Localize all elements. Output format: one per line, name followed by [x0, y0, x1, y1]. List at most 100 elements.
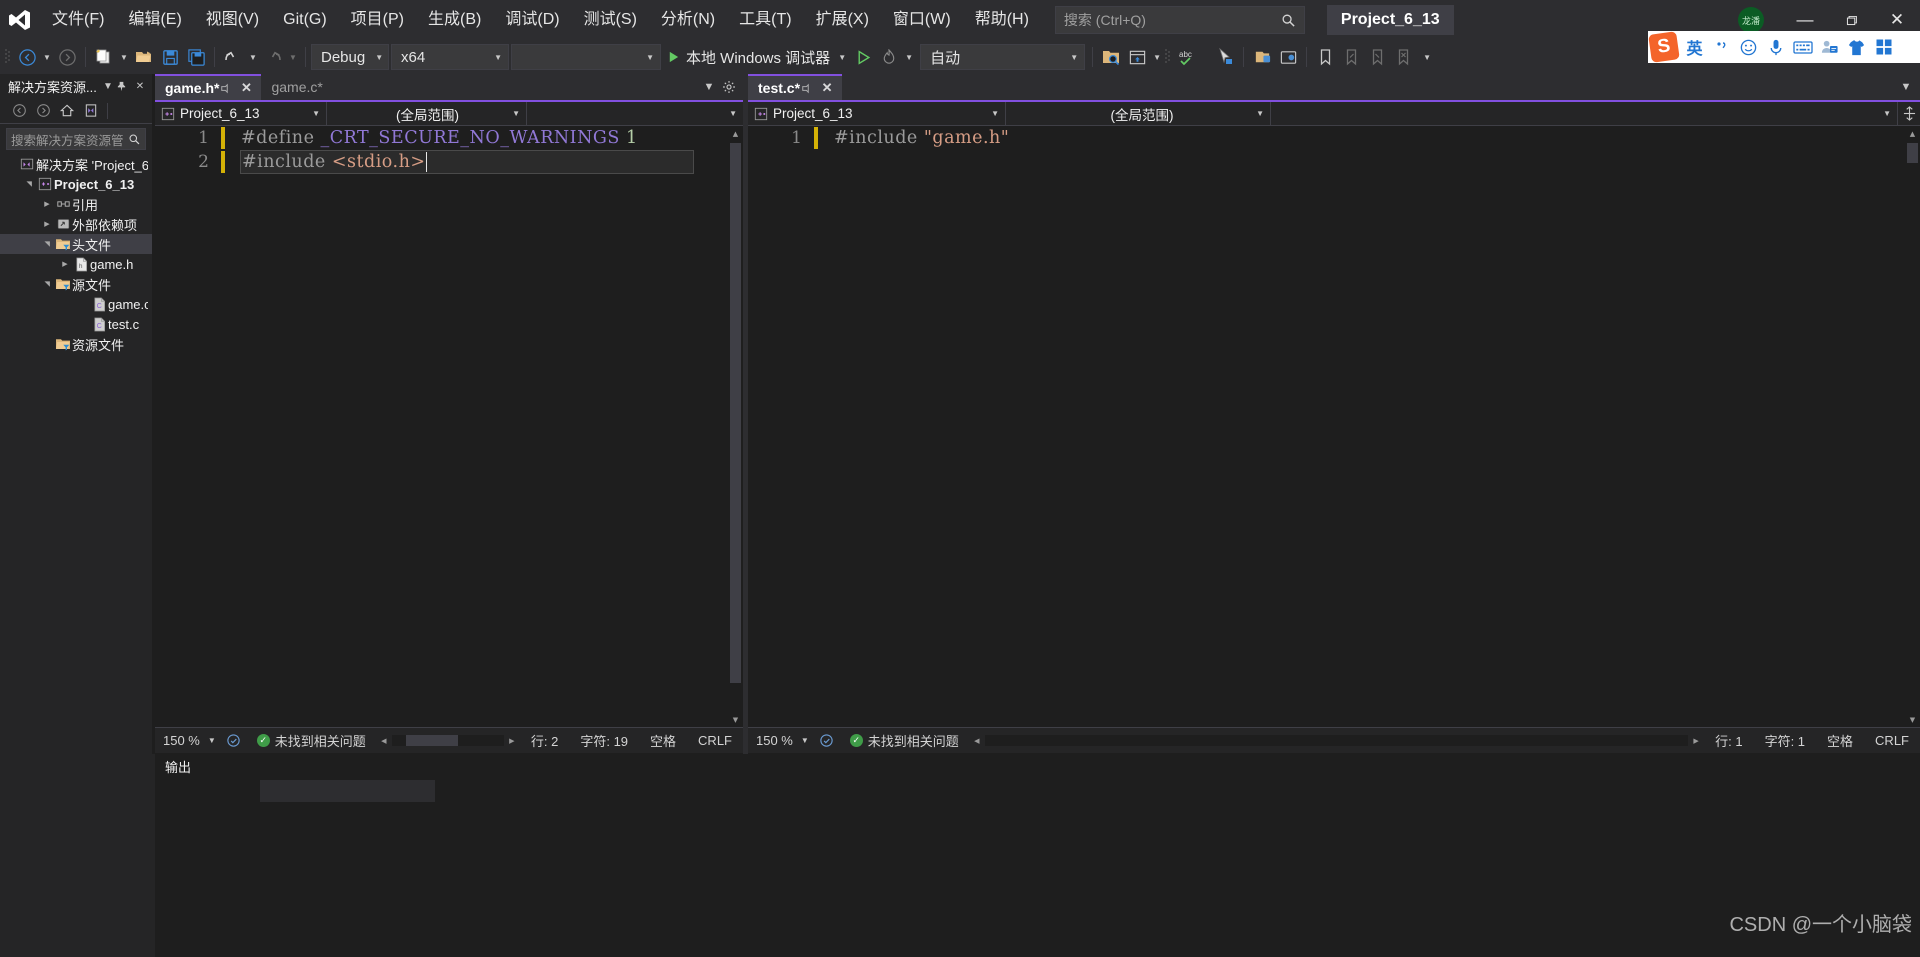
forward-arrow-icon[interactable] [32, 100, 54, 122]
left-indentation-indicator[interactable]: 空格 [639, 731, 687, 750]
team-explorer-icon[interactable] [1275, 44, 1301, 70]
right-nav-member-dropdown[interactable]: ▼ [1271, 101, 1898, 126]
close-icon[interactable]: ✕ [132, 81, 148, 92]
code-line[interactable]: 1 #include "game.h" [748, 126, 1920, 150]
start-debugging-button[interactable]: 本地 Windows 调试器 ▼ [663, 44, 850, 70]
tree-item[interactable]: ◢ Project_6_13 [0, 174, 152, 194]
left-eol-indicator[interactable]: CRLF [687, 733, 743, 748]
chevron-down-icon[interactable]: ▼ [699, 75, 719, 99]
toolbox-icon[interactable] [1870, 32, 1897, 62]
menu-help[interactable]: 帮助(H) [963, 0, 1041, 40]
menu-tools[interactable]: 工具(T) [727, 0, 803, 40]
left-nav-member-dropdown[interactable]: ▼ [527, 102, 743, 126]
new-project-dropdown-icon[interactable]: ▼ [117, 44, 131, 70]
scroll-left-icon[interactable]: ◀ [969, 737, 985, 745]
home-icon[interactable] [56, 100, 78, 122]
menu-git[interactable]: Git(G) [271, 0, 339, 40]
left-error-status[interactable]: ✓ 未找到相关问题 [247, 731, 376, 750]
menu-extensions[interactable]: 扩展(X) [804, 0, 881, 40]
left-horizontal-scrollbar[interactable]: ◀ ▶ [376, 728, 520, 754]
tab-game-c[interactable]: game.c* [261, 74, 329, 100]
scroll-down-icon[interactable]: ▼ [1905, 712, 1920, 727]
chevron-right-icon[interactable]: ▶ [40, 200, 54, 208]
undo-icon[interactable] [220, 44, 246, 70]
abc-spellcheck-icon[interactable]: abc [1174, 44, 1202, 70]
solution-platform-dropdown[interactable]: x64 ▼ [391, 44, 509, 70]
close-icon[interactable]: ✕ [237, 80, 255, 96]
left-nav-project-dropdown[interactable]: Project_6_13 ▼ [155, 101, 327, 126]
left-nav-scope-dropdown[interactable]: (全局范围) ▼ [327, 101, 527, 126]
source-control-icon[interactable] [1249, 44, 1275, 70]
chevron-down-icon[interactable]: ◢ [43, 237, 51, 251]
right-horizontal-scrollbar[interactable]: ◀ ▶ [969, 728, 1704, 754]
tree-item[interactable]: ▶ 外部依赖项 [0, 214, 152, 234]
chevron-down-icon[interactable]: ▼ [838, 53, 846, 62]
startup-target-dropdown[interactable]: ▼ [511, 44, 661, 70]
right-nav-scope-dropdown[interactable]: (全局范围) ▼ [1006, 101, 1271, 126]
navigate-forward-button[interactable] [54, 44, 80, 70]
gear-icon[interactable] [719, 75, 739, 99]
new-project-icon[interactable] [91, 44, 117, 70]
sync-views-icon[interactable] [80, 100, 102, 122]
scroll-up-icon[interactable]: ▲ [728, 126, 743, 141]
menu-view[interactable]: 视图(V) [194, 0, 271, 40]
auto-mode-dropdown[interactable]: 自动 ▼ [920, 44, 1086, 70]
smiley-icon[interactable] [1735, 32, 1762, 62]
left-zoom-control[interactable]: 150 % ▼ [155, 733, 220, 748]
live-share-pointer-icon[interactable] [1212, 44, 1238, 70]
chevron-down-icon[interactable]: ▼ [1896, 75, 1916, 99]
solution-search-input[interactable]: 搜索解决方案资源管 [6, 128, 146, 150]
redo-icon[interactable] [260, 44, 286, 70]
right-indentation-indicator[interactable]: 空格 [1816, 731, 1864, 750]
back-arrow-icon[interactable] [8, 100, 30, 122]
left-hscroll-thumb[interactable] [405, 735, 458, 746]
menu-test[interactable]: 测试(S) [572, 0, 649, 40]
tab-game-h[interactable]: game.h* ✕ [155, 74, 262, 100]
save-icon[interactable] [157, 44, 183, 70]
next-bookmark-icon[interactable] [1364, 44, 1390, 70]
tree-item[interactable]: ▶ 引用 [0, 194, 152, 214]
tab-test-c[interactable]: test.c* ✕ [748, 74, 843, 100]
toolbar-grip[interactable] [1164, 47, 1174, 67]
undo-dropdown-icon[interactable]: ▼ [246, 44, 260, 70]
find-in-files-icon[interactable] [1098, 44, 1124, 70]
right-zoom-control[interactable]: 150 % ▼ [748, 733, 813, 748]
pin-icon[interactable] [219, 83, 237, 94]
card-icon[interactable] [1816, 32, 1843, 62]
ime-mode-button[interactable]: 英 [1681, 32, 1708, 62]
tree-item[interactable]: Ctest.c [0, 314, 152, 334]
right-nav-project-dropdown[interactable]: Project_6_13 ▼ [748, 101, 1006, 126]
left-hscroll-track[interactable] [391, 735, 504, 746]
pin-icon[interactable] [800, 83, 818, 94]
code-line[interactable]: 2 #include <stdio.h> [155, 149, 743, 175]
window-layout-icon[interactable] [1124, 44, 1150, 70]
search-icon[interactable] [128, 133, 141, 146]
right-scroll-thumb[interactable] [1907, 143, 1918, 163]
window-layout-dropdown-icon[interactable]: ▼ [1150, 44, 1164, 70]
solution-configuration-dropdown[interactable]: Debug ▼ [311, 44, 389, 70]
right-eol-indicator[interactable]: CRLF [1864, 733, 1920, 748]
right-code-area[interactable]: 1 #include "game.h" ▲ ▼ [748, 126, 1920, 727]
comma-icon[interactable] [1708, 32, 1735, 62]
menu-window[interactable]: 窗口(W) [881, 0, 963, 40]
attach-process-icon[interactable] [850, 44, 876, 70]
tree-item[interactable]: 资源文件 [0, 334, 152, 354]
pin-icon[interactable] [116, 81, 132, 92]
toolbar-grip[interactable] [4, 47, 14, 67]
chevron-right-icon[interactable]: ▶ [58, 260, 72, 268]
scroll-left-icon[interactable]: ◀ [376, 737, 392, 745]
hot-reload-icon[interactable] [876, 44, 902, 70]
skin-icon[interactable] [1843, 32, 1870, 62]
right-error-status[interactable]: ✓ 未找到相关问题 [840, 731, 969, 750]
navigate-back-dropdown-icon[interactable]: ▼ [40, 44, 54, 70]
bookmark-icon[interactable] [1312, 44, 1338, 70]
navigate-back-button[interactable] [14, 44, 40, 70]
menu-project[interactable]: 项目(P) [339, 0, 416, 40]
chevron-down-icon[interactable]: ◢ [43, 277, 51, 291]
hot-reload-dropdown-icon[interactable]: ▼ [902, 44, 916, 70]
close-icon[interactable]: ✕ [818, 80, 836, 96]
tree-item[interactable]: ◢ 源文件 [0, 274, 152, 294]
tree-item[interactable]: ◢ 头文件 [0, 234, 152, 254]
intellisense-icon[interactable] [220, 733, 247, 748]
chevron-down-icon[interactable]: ◢ [25, 177, 33, 191]
